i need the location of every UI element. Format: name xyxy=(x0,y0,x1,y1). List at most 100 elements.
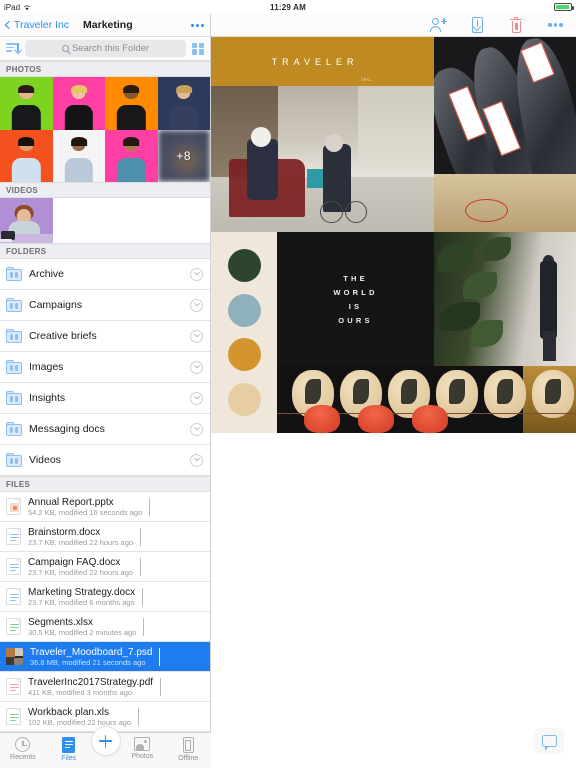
chevron-down-icon[interactable] xyxy=(190,391,203,405)
tab-bar: Recents Files Photos Offline xyxy=(0,727,211,768)
moodboard-brand-banner: TRAVELER inc. xyxy=(211,37,434,86)
video-empty-cell xyxy=(52,198,105,244)
folder-name: Videos xyxy=(29,454,61,467)
chevron-down-icon[interactable] xyxy=(140,527,142,546)
photo-thumbnail[interactable] xyxy=(105,129,158,182)
moodboard-preview: TRAVELER inc. THE WORLD IS OURS xyxy=(211,37,576,433)
content-list[interactable]: PHOTOS +8 VIDEOS FOLDERS Archive Campaign… xyxy=(0,61,210,732)
folder-list: Archive Campaigns Creative briefs Images Ins… xyxy=(0,259,210,477)
color-swatch-strip xyxy=(211,232,277,433)
brand-name: TRAVELER xyxy=(271,56,359,67)
photo-thumbnail[interactable] xyxy=(105,77,158,130)
section-header-photos: PHOTOS xyxy=(0,61,210,77)
chevron-down-icon[interactable] xyxy=(140,557,142,576)
folder-icon xyxy=(6,422,22,437)
folder-row[interactable]: Messaging docs xyxy=(0,414,210,446)
folder-name: Creative briefs xyxy=(29,330,97,343)
photo-overflow-tile[interactable]: +8 xyxy=(157,129,210,182)
offline-device-icon xyxy=(182,737,194,753)
add-person-icon[interactable] xyxy=(430,17,447,34)
chevron-down-icon[interactable] xyxy=(190,329,203,343)
chevron-down-icon[interactable] xyxy=(190,267,203,281)
search-input[interactable]: Search this Folder xyxy=(25,40,186,57)
folder-row[interactable]: Images xyxy=(0,352,210,384)
psd-thumbnail-icon xyxy=(6,648,23,666)
chevron-down-icon[interactable] xyxy=(142,587,144,606)
download-to-device-icon[interactable] xyxy=(469,16,486,34)
color-swatch xyxy=(227,293,261,327)
files-icon xyxy=(62,737,76,753)
photo-grid: +8 xyxy=(0,77,210,182)
folder-row[interactable]: Insights xyxy=(0,383,210,415)
chevron-down-icon[interactable] xyxy=(159,647,161,666)
tab-label: Files xyxy=(61,755,77,762)
quote-line: IS xyxy=(348,301,363,311)
chevron-left-icon xyxy=(4,20,14,30)
tab-offline[interactable]: Offline xyxy=(165,733,211,762)
xls-file-icon xyxy=(6,708,21,726)
preview-canvas[interactable]: TRAVELER inc. THE WORLD IS OURS xyxy=(211,37,576,768)
folder-name: Campaigns xyxy=(29,299,83,312)
grid-view-icon[interactable] xyxy=(192,42,204,55)
tab-files[interactable]: Files xyxy=(46,733,92,762)
clock-icon xyxy=(15,737,31,752)
photo-thumbnail[interactable] xyxy=(52,129,105,182)
add-button[interactable] xyxy=(91,727,120,755)
chevron-down-icon[interactable] xyxy=(160,677,162,696)
split-view: Traveler Inc Marketing Search this Folde… xyxy=(0,14,576,768)
file-row[interactable]: Annual Report.pptx 54.2 KB, modified 16 s… xyxy=(0,492,210,523)
section-header-files: FILES xyxy=(0,476,210,493)
folder-row[interactable]: Videos xyxy=(0,445,210,477)
file-row[interactable]: Brainstorm.docx 23.7 KB, modified 22 hour… xyxy=(0,522,210,553)
search-toolbar: Search this Folder xyxy=(0,37,210,61)
page-title: Marketing xyxy=(83,19,133,31)
chevron-down-icon[interactable] xyxy=(138,707,139,726)
brand-suffix: inc. xyxy=(361,77,374,83)
photo-thumbnail[interactable] xyxy=(0,129,53,182)
tab-recents[interactable]: Recents xyxy=(0,733,46,761)
folder-row[interactable]: Campaigns xyxy=(0,290,210,322)
file-row[interactable]: TravelerInc2017Strategy.pdf 411 KB, modif… xyxy=(0,672,210,703)
folder-icon xyxy=(6,329,22,344)
chevron-down-icon[interactable] xyxy=(149,497,151,516)
more-horizontal-icon[interactable] xyxy=(547,17,564,34)
file-row[interactable]: Segments.xlsx 30.5 KB, modified 2 minutes… xyxy=(0,612,210,643)
chevron-down-icon[interactable] xyxy=(190,298,203,312)
chat-bubble-button[interactable] xyxy=(534,728,564,754)
battery-icon xyxy=(554,3,574,11)
preview-toolbar xyxy=(211,14,576,37)
video-thumbnail[interactable] xyxy=(0,198,53,244)
back-button[interactable]: Traveler Inc xyxy=(4,19,69,31)
chevron-down-icon[interactable] xyxy=(190,453,203,467)
folder-row[interactable]: Creative briefs xyxy=(0,321,210,353)
photo-thumbnail[interactable] xyxy=(157,77,210,130)
file-meta: 30.5 KB, modified 2 minutes ago xyxy=(28,627,137,637)
chevron-down-icon[interactable] xyxy=(190,360,203,374)
file-name: Segments.xlsx xyxy=(28,616,94,628)
tab-photos[interactable]: Photos xyxy=(120,733,166,760)
plus-icon xyxy=(99,735,112,747)
search-icon xyxy=(61,45,69,52)
nav-more-button[interactable] xyxy=(191,23,204,27)
ipad-file-manager-app: iPad 11:29 AM Traveler Inc Marketing Sea… xyxy=(0,0,576,768)
folder-row[interactable]: Archive xyxy=(0,259,210,291)
file-row[interactable]: Campaign FAQ.docx 23.7 KB, modified 22 ho… xyxy=(0,552,210,583)
photo-thumbnail[interactable] xyxy=(52,77,105,130)
preview-pane: TRAVELER inc. THE WORLD IS OURS xyxy=(211,14,576,768)
file-list: Annual Report.pptx 54.2 KB, modified 16 s… xyxy=(0,492,210,732)
sort-icon[interactable] xyxy=(6,42,19,55)
file-row-selected[interactable]: Traveler_Moodboard_7.psd 36.8 MB, modifie… xyxy=(0,642,210,673)
chevron-down-icon[interactable] xyxy=(190,422,203,436)
file-name: Annual Report.pptx xyxy=(28,496,114,508)
tab-label: Recents xyxy=(10,754,36,761)
folder-name: Archive xyxy=(29,268,65,281)
file-meta: 102 KB, modified 22 hours ago xyxy=(28,717,131,727)
trash-icon[interactable] xyxy=(508,16,525,34)
file-row[interactable]: Marketing Strategy.docx 23.7 KB, modified… xyxy=(0,582,210,613)
chevron-down-icon[interactable] xyxy=(143,617,145,636)
folder-icon xyxy=(6,267,22,282)
file-meta: 54.2 KB, modified 16 seconds ago xyxy=(28,507,143,517)
photo-thumbnail[interactable] xyxy=(0,77,53,130)
search-placeholder: Search this Folder xyxy=(71,43,150,54)
xlsx-file-icon xyxy=(6,618,21,636)
